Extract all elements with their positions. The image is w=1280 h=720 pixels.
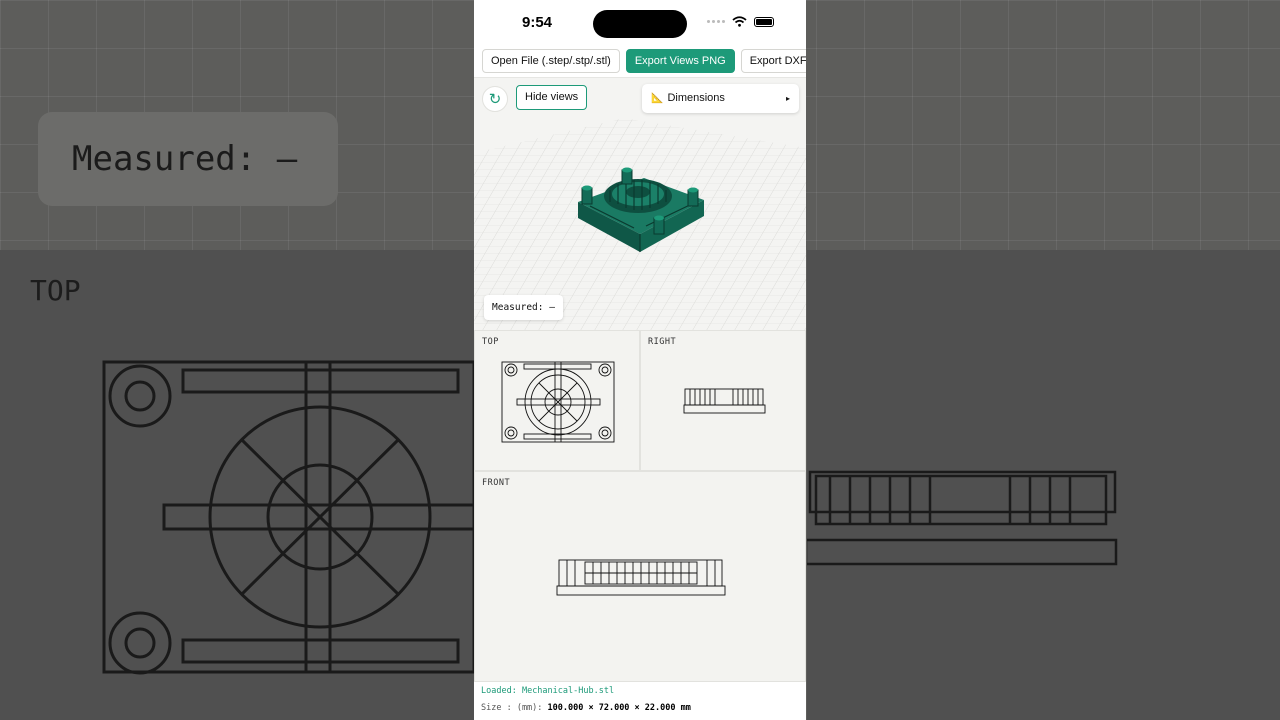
right-view-drawing bbox=[683, 388, 766, 414]
right-view-panel[interactable]: RIGHT bbox=[640, 330, 806, 471]
background-measured-readout: Measured: — bbox=[38, 112, 338, 206]
model-size-value: 100.000 × 72.000 × 22.000 mm bbox=[547, 703, 691, 713]
front-view-panel[interactable]: FRONT bbox=[474, 471, 806, 682]
status-icons bbox=[707, 16, 774, 27]
dimensions-dropdown[interactable]: 📐 Dimensions ▸ bbox=[642, 84, 799, 113]
background-top-label: TOP bbox=[30, 274, 81, 307]
refresh-icon: ↻ bbox=[488, 91, 502, 108]
wifi-icon bbox=[732, 16, 747, 27]
3d-viewport[interactable]: ↻ Hide views 📐 Dimensions ▸ Measured: — bbox=[474, 78, 806, 330]
cellular-icon bbox=[707, 20, 725, 23]
battery-icon bbox=[754, 16, 774, 27]
reset-view-button[interactable]: ↻ bbox=[482, 86, 508, 112]
export-views-png-button[interactable]: Export Views PNG bbox=[625, 48, 735, 73]
status-time: 9:54 bbox=[522, 14, 553, 31]
phone-screen: 9:54 Open File (.step/.stp/.stl) Export … bbox=[474, 0, 806, 720]
front-view-drawing bbox=[556, 559, 726, 596]
measured-readout: Measured: — bbox=[484, 295, 563, 320]
export-dxf-button[interactable]: Export DXF (1:1) bbox=[740, 48, 806, 73]
top-view-drawing bbox=[501, 361, 615, 443]
dimensions-label: Dimensions bbox=[667, 92, 725, 104]
loaded-file-info: Loaded: Mechanical-Hub.stl bbox=[481, 686, 615, 696]
top-view-panel[interactable]: TOP bbox=[474, 330, 640, 471]
status-bar: 9:54 bbox=[474, 0, 806, 44]
ruler-icon: 📐 bbox=[651, 93, 664, 104]
loaded-file-name: Mechanical-Hub.stl bbox=[521, 686, 615, 696]
hide-views-button[interactable]: Hide views bbox=[516, 85, 588, 110]
dynamic-island bbox=[593, 10, 687, 38]
chevron-right-icon: ▸ bbox=[785, 94, 790, 103]
status-footer: Loaded: Mechanical-Hub.stl Size : (mm): … bbox=[474, 682, 806, 720]
viewport-scene bbox=[474, 118, 806, 330]
orthographic-views: TOP RIGHT FRONT bbox=[474, 330, 806, 682]
model-size-info: Size : (mm): 100.000 × 72.000 × 22.000 m… bbox=[481, 703, 691, 713]
toolbar: Open File (.step/.stp/.stl) Export Views… bbox=[474, 44, 806, 78]
open-file-button[interactable]: Open File (.step/.stp/.stl) bbox=[482, 48, 620, 73]
